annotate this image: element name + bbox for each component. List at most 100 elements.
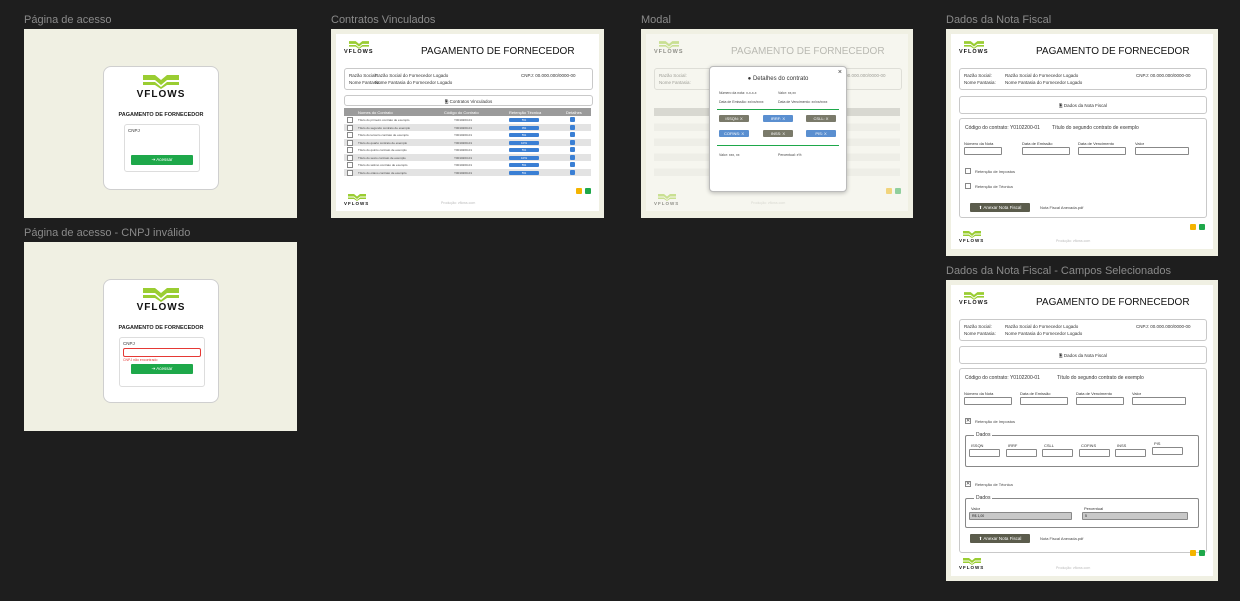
data-vencimento-input[interactable] [1078, 147, 1126, 155]
percentual: Percentual: x% [778, 153, 802, 157]
pis-input[interactable] [1152, 447, 1183, 455]
fantasia-value: Nome Fantasia do Fornecedor Logado [1005, 80, 1083, 85]
irrf-input[interactable] [1006, 449, 1037, 457]
row-code: Y0010200-01 [454, 170, 473, 175]
section-title: 🖹 Dados da Nota Fiscal [1059, 353, 1107, 358]
csll-label: CSLL [1044, 443, 1055, 448]
details-icon[interactable] [570, 132, 575, 137]
brand-logo: VFLOWS [104, 288, 218, 313]
attach-invoice-button[interactable]: ⬆ Anexar Nota Fiscal [970, 534, 1030, 543]
tax-cofins: COFINS: X [719, 130, 749, 137]
razao-value: Razão Social do Fornecedor Logado [1005, 324, 1079, 329]
attach-invoice-button[interactable]: ⬆ Anexar Nota Fiscal [970, 203, 1030, 212]
cnpj-label: CNPJ [128, 128, 140, 133]
orange-action-icon[interactable] [576, 188, 582, 194]
cofins-input[interactable] [1079, 449, 1110, 457]
row-name: Título do sexto contrato de exemplo [358, 155, 406, 160]
row-checkbox[interactable] [347, 162, 353, 168]
login-invalid-frame: VFLOWS PAGAMENTO DE FORNECEDOR CNPJ CNPJ… [24, 242, 297, 431]
access-button[interactable]: ⇥ Acessar [131, 364, 193, 374]
supplier-info: Razão Social: Razão Social do Fornecedor… [959, 68, 1207, 90]
numero-nota-input[interactable] [964, 397, 1012, 405]
orange-action-icon[interactable] [1190, 550, 1196, 556]
cnpj-value: CNPJ: 00.000.000/0000-00 [1136, 73, 1191, 78]
section-title: 🖹 Contratos Vinculados [444, 99, 493, 104]
footer-text: Produção: vflows.com [751, 201, 786, 205]
green-action-icon[interactable] [1199, 550, 1205, 556]
issqn-input[interactable] [969, 449, 1000, 457]
login-card: VFLOWS PAGAMENTO DE FORNECEDOR CNPJ ⇥ Ac… [103, 66, 219, 190]
orange-action-icon [886, 188, 892, 194]
attached-file[interactable]: Nota Fiscal Anexada.pdf [1040, 536, 1083, 541]
row-checkbox[interactable] [347, 147, 353, 153]
data-emissao: Data de Emissão: xx/xx/xxxx [719, 100, 764, 104]
details-icon[interactable] [570, 169, 575, 175]
contract-code: Código do contrato: Y0102200-01 [965, 125, 1040, 131]
valor-input[interactable] [1135, 147, 1189, 155]
data-vencimento-input[interactable] [1076, 397, 1124, 405]
brand-wordmark: VFLOWS [344, 49, 374, 55]
logo-icon [348, 41, 369, 49]
razao-value: Razão Social do Fornecedor Logado [1005, 73, 1079, 78]
valor-retencao-input[interactable]: R$ 1,00 [969, 512, 1072, 520]
issqn-label: ISSQN [971, 443, 984, 448]
retencao-impostos-checkbox[interactable] [965, 168, 971, 174]
details-icon[interactable] [570, 162, 575, 167]
numero-nota-input[interactable] [964, 147, 1002, 155]
percentual-input[interactable]: 5 [1082, 512, 1188, 520]
table-row[interactable]: Título do segundo contrato de exemplo Y00… [344, 123, 591, 131]
table-row[interactable]: Título do sétimo contrato de exemplo Y001… [344, 161, 591, 169]
logo-icon [657, 194, 676, 201]
details-icon[interactable] [570, 124, 575, 130]
cnpj-input[interactable] [123, 348, 201, 357]
row-checkbox[interactable] [347, 124, 353, 131]
green-action-icon[interactable] [1199, 224, 1205, 230]
contract-title: Título do segundo contrato de exemplo [1057, 375, 1144, 381]
retention-badge: 5% [509, 148, 539, 152]
details-icon[interactable] [570, 147, 575, 152]
data-emissao-input[interactable] [1020, 397, 1068, 405]
table-row[interactable]: Título do primeiro contrato de exemplo Y0… [344, 116, 591, 124]
valor-input[interactable] [1132, 397, 1186, 405]
logo-icon [143, 288, 179, 302]
table-row[interactable]: Título do oitavo contrato de exemplo Y001… [344, 168, 591, 176]
razao-label: Razão Social: [964, 324, 992, 329]
brand-wordmark: VFLOWS [959, 238, 985, 243]
retention-badge: 10% [509, 140, 539, 145]
details-icon[interactable] [570, 139, 575, 145]
row-checkbox[interactable] [347, 154, 353, 161]
data-emissao-label: Data de Emissão [1022, 141, 1053, 146]
details-icon[interactable] [570, 117, 575, 122]
row-checkbox[interactable] [347, 169, 353, 176]
vencimento-label: Data de Vencimento: [778, 100, 811, 104]
table-row[interactable]: Título do sexto contrato de exemplo Y0010… [344, 153, 591, 161]
taxes-fieldset: Dados ISSQN IRRF CSLL COFINS INSS PIS [965, 432, 1199, 467]
row-code: Y0010200-01 [454, 125, 473, 130]
table-row[interactable]: Título do quinto contrato de exemplo Y001… [344, 146, 591, 154]
cnpj-value: CNPJ: 00.000.000/0000-00 [521, 73, 576, 78]
login-title: PAGAMENTO DE FORNECEDOR [118, 112, 204, 118]
access-button[interactable]: ⇥ Acessar [131, 155, 193, 165]
retencao-tecnica-checkbox[interactable] [965, 183, 971, 189]
close-icon[interactable]: × [838, 69, 842, 76]
details-icon[interactable] [570, 154, 575, 160]
login-title: PAGAMENTO DE FORNECEDOR [118, 325, 204, 331]
table-row[interactable]: Título do terceiro contrato de exemplo Y0… [344, 131, 591, 139]
row-checkbox[interactable] [347, 117, 353, 123]
row-checkbox[interactable] [347, 139, 353, 146]
numero-value: x-x-x-x [746, 91, 757, 95]
table-row[interactable]: Título do quarto contrato de exemplo Y001… [344, 138, 591, 146]
orange-action-icon[interactable] [1190, 224, 1196, 230]
row-checkbox[interactable] [347, 132, 353, 138]
green-action-icon[interactable] [585, 188, 591, 194]
retention-badge: 5% [509, 163, 539, 167]
retencao-tecnica-checkbox[interactable]: ✕ [965, 481, 971, 487]
csll-input[interactable] [1042, 449, 1073, 457]
inss-input[interactable] [1115, 449, 1146, 457]
attached-file[interactable]: Nota Fiscal Anexada.pdf [1040, 205, 1083, 210]
data-emissao-input[interactable] [1022, 147, 1070, 155]
tax-issqn: ISSQN: X [719, 115, 749, 122]
numero-nota: Número da nota: x-x-x-x [719, 91, 757, 95]
retencao-impostos-checkbox[interactable]: ✕ [965, 418, 971, 424]
brand-logo: VFLOWS [959, 292, 989, 306]
